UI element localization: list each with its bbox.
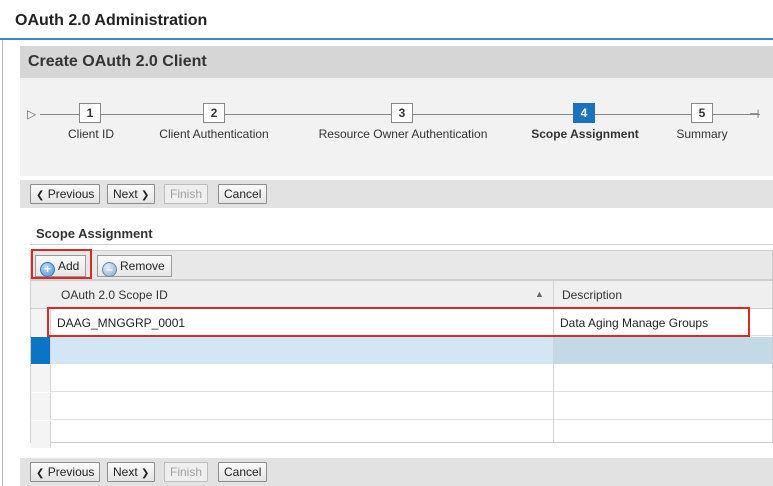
roadmap-step-5-number[interactable]: 5 bbox=[691, 103, 713, 123]
finish-button[interactable]: Finish bbox=[164, 184, 209, 204]
column-separator bbox=[553, 281, 554, 442]
row-selector[interactable] bbox=[31, 393, 51, 420]
remove-label: Remove bbox=[120, 259, 165, 273]
next-button-bottom[interactable]: Next ❯ bbox=[107, 462, 156, 482]
next-label: Next bbox=[113, 465, 138, 479]
next-label: Next bbox=[113, 187, 138, 201]
next-button[interactable]: Next ❯ bbox=[107, 184, 156, 204]
roadmap: ▷ ⊣ 1 Client ID 2 Client Authentication … bbox=[20, 78, 773, 176]
chevron-left-icon: ❮ bbox=[36, 468, 45, 479]
chevron-right-icon: ❯ bbox=[141, 468, 150, 479]
previous-button-bottom[interactable]: ❮ Previous bbox=[30, 462, 101, 482]
table-row-empty[interactable] bbox=[31, 393, 772, 420]
window-edge bbox=[2, 40, 3, 486]
page-header: OAuth 2.0 Administration bbox=[0, 0, 773, 40]
create-client-panel: Create OAuth 2.0 Client ▷ ⊣ 1 Client ID … bbox=[20, 46, 773, 486]
cancel-button-bottom[interactable]: Cancel bbox=[218, 462, 268, 482]
row-selector[interactable] bbox=[31, 309, 51, 336]
table-row-empty[interactable] bbox=[31, 365, 772, 392]
roadmap-step-5-label[interactable]: Summary bbox=[676, 127, 727, 141]
roadmap-step-1-label[interactable]: Client ID bbox=[68, 127, 114, 141]
section-divider bbox=[30, 244, 773, 245]
scope-table: OAuth 2.0 Scope ID ▲ Description DAAG_MN… bbox=[30, 280, 773, 448]
roadmap-end-icon: ⊣ bbox=[749, 107, 760, 121]
wizard-toolbar-bottom: ❮ Previous Next ❯ Finish Cancel bbox=[20, 458, 773, 486]
previous-button[interactable]: ❮ Previous bbox=[30, 184, 101, 204]
panel-title: Create OAuth 2.0 Client bbox=[28, 53, 207, 70]
table-row-empty[interactable] bbox=[31, 421, 772, 448]
description-cell[interactable]: Data Aging Manage Groups bbox=[560, 316, 708, 330]
row-selector[interactable] bbox=[31, 337, 51, 364]
section-title: Scope Assignment bbox=[36, 226, 153, 241]
column-header-scope-id[interactable]: OAuth 2.0 Scope ID bbox=[61, 288, 168, 302]
row-selector[interactable] bbox=[31, 365, 51, 392]
table-toolbar: + Add – Remove bbox=[30, 250, 773, 280]
description-cell-empty[interactable] bbox=[554, 337, 772, 364]
sort-icon[interactable]: ▲ bbox=[535, 289, 544, 299]
remove-button[interactable]: – Remove bbox=[97, 255, 172, 277]
add-button[interactable]: + Add bbox=[35, 255, 87, 277]
table-header: OAuth 2.0 Scope ID ▲ Description bbox=[31, 281, 772, 309]
table-row-empty-selected[interactable] bbox=[31, 337, 772, 364]
row-selector[interactable] bbox=[31, 421, 51, 448]
roadmap-step-1-number[interactable]: 1 bbox=[79, 103, 101, 123]
table-row[interactable]: DAAG_MNGGRP_0001 Data Aging Manage Group… bbox=[31, 309, 772, 336]
minus-circle-icon: – bbox=[102, 262, 117, 277]
roadmap-step-3-label[interactable]: Resource Owner Authentication bbox=[319, 127, 488, 141]
add-label: Add bbox=[58, 259, 80, 273]
column-header-description[interactable]: Description bbox=[562, 288, 622, 302]
cancel-button[interactable]: Cancel bbox=[218, 184, 268, 204]
panel-title-bar: Create OAuth 2.0 Client bbox=[20, 46, 773, 78]
previous-label: Previous bbox=[47, 465, 95, 479]
roadmap-step-3-number[interactable]: 3 bbox=[391, 103, 413, 123]
plus-circle-icon: + bbox=[40, 262, 55, 277]
wizard-toolbar-top: ❮ Previous Next ❯ Finish Cancel bbox=[20, 180, 773, 208]
finish-button-bottom[interactable]: Finish bbox=[164, 462, 209, 482]
chevron-right-icon: ❯ bbox=[141, 190, 150, 201]
page-title: OAuth 2.0 Administration bbox=[15, 12, 208, 29]
roadmap-start-icon: ▷ bbox=[27, 107, 37, 121]
roadmap-step-2-number[interactable]: 2 bbox=[203, 103, 225, 123]
roadmap-step-4-number[interactable]: 4 bbox=[573, 103, 595, 123]
roadmap-step-4-label[interactable]: Scope Assignment bbox=[531, 127, 639, 141]
previous-label: Previous bbox=[47, 187, 95, 201]
scope-id-cell[interactable]: DAAG_MNGGRP_0001 bbox=[57, 316, 185, 330]
roadmap-step-2-label[interactable]: Client Authentication bbox=[159, 127, 268, 141]
chevron-left-icon: ❮ bbox=[36, 190, 45, 201]
